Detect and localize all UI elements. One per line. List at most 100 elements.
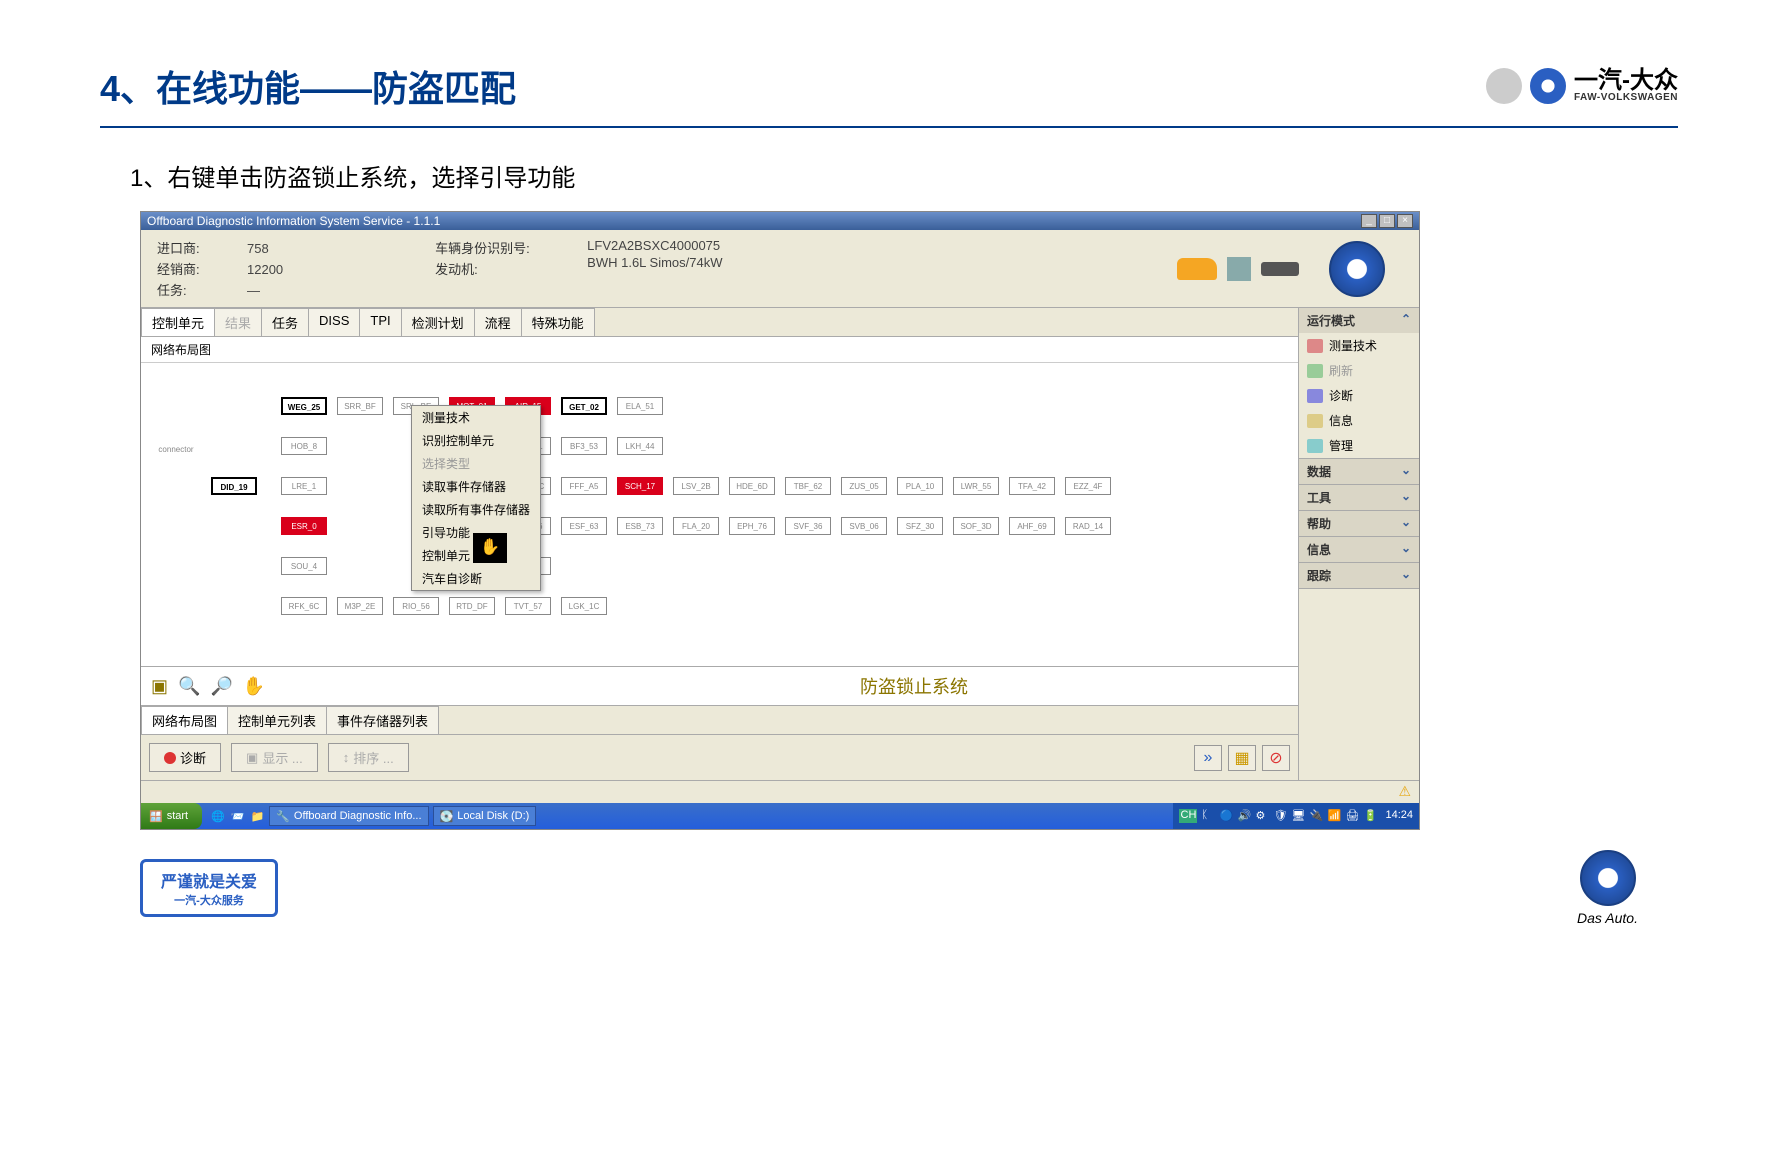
mode-item-0[interactable]: 测量技术 [1299,333,1419,358]
tray-icon[interactable]: 🔋 [1363,809,1377,823]
node-sch17[interactable]: SCH_17 [617,477,663,495]
context-item-5[interactable]: 引导功能 [412,521,540,544]
tab-4[interactable]: TPI [359,308,401,336]
node[interactable]: SFZ_30 [897,517,943,535]
node[interactable]: FLA_20 [673,517,719,535]
tray-icon[interactable]: 🔊 [1237,809,1251,823]
tray-icon[interactable]: 🖥 [1291,809,1305,823]
clock[interactable]: 14:24 [1385,809,1413,823]
node[interactable]: RAD_14 [1065,517,1111,535]
subtab-1[interactable]: 控制单元列表 [227,706,327,734]
tab-1[interactable]: 结果 [214,308,262,336]
titlebar[interactable]: Offboard Diagnostic Information System S… [141,212,1419,230]
node[interactable]: SOU_4 [281,557,327,575]
node[interactable]: EZZ_4F [1065,477,1111,495]
sort-button[interactable]: ↕ 排序 ... [328,743,409,772]
tab-0[interactable]: 控制单元 [141,308,215,336]
node[interactable]: M3P_2E [337,597,383,615]
mode-item-1[interactable]: 刷新 [1299,358,1419,383]
taskbar-item[interactable]: 💽 Local Disk (D:) [433,806,537,826]
tray-icon[interactable]: 🔵 [1219,809,1233,823]
side-section-1[interactable]: 工具⌄ [1299,485,1419,510]
display-button[interactable]: ▣ 显示 ... [231,743,318,772]
tab-3[interactable]: DISS [308,308,360,336]
node[interactable]: ELA_51 [617,397,663,415]
tray-icon[interactable]: ᛕ [1201,809,1215,823]
context-item-2[interactable]: 选择类型 [412,452,540,475]
start-button[interactable]: 🪟 start [141,803,202,829]
mode-item-2[interactable]: 诊断 [1299,383,1419,408]
context-item-1[interactable]: 识别控制单元 [412,429,540,452]
node[interactable]: LSV_2B [673,477,719,495]
node[interactable]: LWR_55 [953,477,999,495]
node[interactable]: RFK_6C [281,597,327,615]
node[interactable]: LRE_1 [281,477,327,495]
subtab-0[interactable]: 网络布局图 [141,706,228,734]
quick-launch-icon[interactable]: 📁 [251,810,265,823]
context-item-7[interactable]: 汽车自诊断 [412,567,540,590]
node[interactable]: SRR_BF [337,397,383,415]
context-item-4[interactable]: 读取所有事件存储器 [412,498,540,521]
context-item-0[interactable]: 测量技术 [412,406,540,429]
diagnose-button[interactable]: 诊断 [149,743,221,772]
minimize-button[interactable]: _ [1361,214,1377,228]
node[interactable]: SVB_06 [841,517,887,535]
context-item-6[interactable]: 控制单元 [412,544,540,567]
subtab-2[interactable]: 事件存储器列表 [326,706,439,734]
node[interactable]: ZUS_05 [841,477,887,495]
close-button[interactable]: × [1397,214,1413,228]
tab-2[interactable]: 任务 [261,308,309,336]
node[interactable]: PLA_10 [897,477,943,495]
tray-icon[interactable]: 🖨 [1345,809,1359,823]
maximize-button[interactable]: □ [1379,214,1395,228]
mode-item-3[interactable]: 信息 [1299,408,1419,433]
tray-icon[interactable]: 📶 [1327,809,1341,823]
zoom-in-icon[interactable]: 🔍 [178,676,200,697]
pan-icon[interactable]: ✋ [243,676,265,697]
tray-icon[interactable]: 🔌 [1309,809,1323,823]
node[interactable]: TBF_62 [785,477,831,495]
network-diagram[interactable]: 网络布局图 connector DID_19 WEG_25 SRR_BF SRL… [141,337,1298,667]
context-item-3[interactable]: 读取事件存储器 [412,475,540,498]
node-get02[interactable]: GET_02 [561,397,607,415]
node-did19[interactable]: DID_19 [211,477,257,495]
tray-icon[interactable]: ⚙ [1255,809,1269,823]
next-button[interactable]: » [1194,745,1222,771]
quick-launch-icon[interactable]: 🌐 [211,810,225,823]
side-section-2[interactable]: 帮助⌄ [1299,511,1419,536]
node[interactable]: LKH_44 [617,437,663,455]
zoom-icon[interactable]: 🔎 [210,676,232,697]
tab-6[interactable]: 流程 [474,308,522,336]
node[interactable]: HOB_8 [281,437,327,455]
grid-button[interactable]: ▦ [1228,745,1256,771]
node[interactable]: RTD_DF [449,597,495,615]
node[interactable]: TFA_42 [1009,477,1055,495]
system-tray[interactable]: CH ᛕ 🔵 🔊 ⚙ 🛡 🖥 🔌 📶 🖨 🔋 14:24 [1173,803,1419,829]
node-weg25[interactable]: WEG_25 [281,397,327,415]
side-section-0[interactable]: 数据⌄ [1299,459,1419,484]
node[interactable]: SOF_3D [953,517,999,535]
side-section-4[interactable]: 跟踪⌄ [1299,563,1419,588]
mode-header[interactable]: 运行模式⌃ [1299,308,1419,333]
tab-5[interactable]: 检测计划 [401,308,475,336]
tray-icon[interactable]: 🛡 [1273,809,1287,823]
cancel-button[interactable]: ⊘ [1262,745,1290,771]
taskbar-item[interactable]: 🔧 Offboard Diagnostic Info... [269,806,428,826]
node[interactable]: EPH_76 [729,517,775,535]
fit-icon[interactable]: ▣ [151,676,168,697]
lang-indicator[interactable]: CH [1179,809,1197,823]
node[interactable]: SVF_36 [785,517,831,535]
node[interactable]: LGK_1C [561,597,607,615]
node[interactable]: ESB_73 [617,517,663,535]
side-section-3[interactable]: 信息⌄ [1299,537,1419,562]
node[interactable]: RIO_56 [393,597,439,615]
node[interactable]: ESF_63 [561,517,607,535]
node-esr[interactable]: ESR_0 [281,517,327,535]
node[interactable]: AHF_69 [1009,517,1055,535]
node[interactable]: FFF_A5 [561,477,607,495]
node[interactable]: BF3_53 [561,437,607,455]
context-menu[interactable]: 测量技术识别控制单元选择类型读取事件存储器读取所有事件存储器引导功能控制单元汽车… [411,405,541,591]
node[interactable]: TVT_57 [505,597,551,615]
node[interactable]: HDE_6D [729,477,775,495]
tab-7[interactable]: 特殊功能 [521,308,595,336]
